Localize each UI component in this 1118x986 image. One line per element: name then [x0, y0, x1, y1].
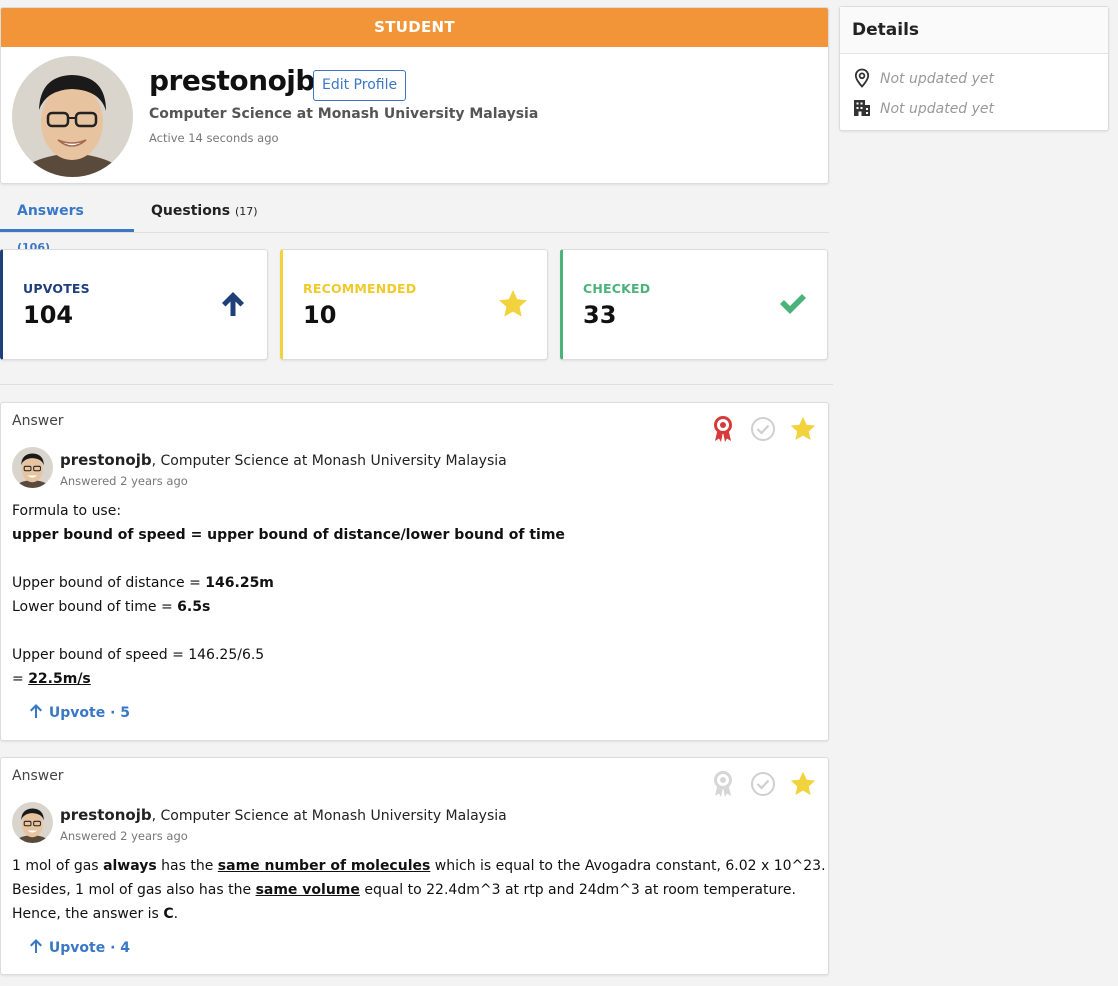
upvotes-stat-card: UPVOTES 104 — [0, 249, 268, 360]
answer-author-name[interactable]: prestonojb — [60, 806, 152, 824]
tab-answers[interactable]: Answers (106) — [0, 193, 134, 254]
upvote-button[interactable]: Upvote · 5 — [28, 703, 130, 721]
answer-author: prestonojb, Computer Science at Monash U… — [60, 806, 507, 824]
section-divider — [0, 384, 833, 385]
checked-stat-label: CHECKED — [583, 281, 651, 296]
location-pin-icon — [852, 68, 872, 88]
checked-stat-value: 33 — [583, 301, 617, 329]
profile-tabs: Answers (106) Questions (17) — [0, 193, 829, 254]
answer-author-affiliation: , Computer Science at Monash University … — [151, 453, 507, 469]
upvotes-stat-value: 104 — [23, 301, 74, 329]
edit-profile-button[interactable]: Edit Profile — [313, 70, 407, 101]
answer-card: Answer prestonojb, Computer Science at M… — [0, 402, 829, 741]
building-icon — [852, 98, 872, 118]
answer-text: Upper bound of distance = 146.25m — [12, 575, 274, 591]
arrow-up-icon — [28, 938, 44, 954]
upvotes-stat-label: UPVOTES — [23, 281, 90, 296]
answer-text: 1 mol of gas always has the same number … — [12, 858, 826, 874]
recommended-stat-value: 10 — [303, 301, 337, 329]
avatar — [12, 56, 133, 177]
answer-badges — [709, 770, 817, 798]
answer-label: Answer — [12, 413, 64, 429]
answer-text: Lower bound of time = 6.5s — [12, 599, 211, 615]
upvote-label: Upvote · 5 — [48, 705, 131, 721]
arrow-up-icon — [217, 288, 249, 320]
answer-text: upper bound of speed = upper bound of di… — [12, 527, 565, 543]
avatar — [12, 447, 53, 488]
answer-timestamp: Answered 2 years ago — [60, 829, 188, 843]
star-icon[interactable] — [789, 415, 817, 443]
recommended-stat-label: RECOMMENDED — [303, 281, 417, 296]
answer-timestamp: Answered 2 years ago — [60, 474, 188, 488]
role-banner: STUDENT — [1, 8, 828, 47]
profile-page: STUDENT prestonojb Edit Profile Computer… — [0, 0, 1118, 986]
answer-card: Answer prestonojb, Computer Science at M… — [0, 757, 829, 975]
details-location: Not updated yet — [852, 68, 994, 88]
last-active-status: Active 14 seconds ago — [149, 131, 279, 145]
award-icon[interactable] — [709, 770, 737, 798]
tab-answers-label: Answers — [17, 203, 84, 219]
answer-text: Hence, the answer is C. — [12, 906, 179, 922]
details-location-text: Not updated yet — [880, 71, 995, 87]
details-organization-text: Not updated yet — [880, 101, 995, 117]
check-circle-icon[interactable] — [749, 415, 777, 443]
recommended-stat-card: RECOMMENDED 10 — [280, 249, 548, 360]
answer-text: Upper bound of speed = 146.25/6.5 — [12, 647, 265, 663]
upvote-label: Upvote · 4 — [48, 940, 131, 956]
check-circle-icon[interactable] — [749, 770, 777, 798]
tab-questions-label: Questions — [151, 203, 231, 219]
details-organization: Not updated yet — [852, 98, 994, 118]
upvote-button[interactable]: Upvote · 4 — [28, 938, 130, 956]
profile-subtitle: Computer Science at Monash University Ma… — [149, 106, 539, 122]
answer-text: = 22.5m/s — [12, 671, 91, 687]
details-panel: Details Not updated yet Not updated yet — [839, 6, 1109, 131]
answer-label: Answer — [12, 768, 64, 784]
profile-username: prestonojb — [149, 64, 315, 97]
answer-author-affiliation: , Computer Science at Monash University … — [151, 808, 507, 824]
arrow-up-icon — [28, 703, 44, 719]
answer-badges — [709, 415, 817, 443]
award-icon[interactable] — [709, 415, 737, 443]
answer-text: Formula to use: — [12, 503, 122, 519]
answer-author: prestonojb, Computer Science at Monash U… — [60, 451, 507, 469]
avatar — [12, 802, 53, 843]
tab-questions-count: (17) — [234, 205, 258, 218]
star-icon — [497, 288, 529, 320]
profile-card: STUDENT prestonojb Edit Profile Computer… — [0, 7, 829, 184]
tab-questions[interactable]: Questions (17) — [134, 193, 275, 232]
star-icon[interactable] — [789, 770, 817, 798]
answer-body: 1 mol of gas always has the same number … — [12, 854, 826, 926]
checked-stat-card: CHECKED 33 — [560, 249, 828, 360]
answer-body: Formula to use: upper bound of speed = u… — [12, 499, 822, 691]
answer-author-name[interactable]: prestonojb — [60, 451, 152, 469]
answer-text: Besides, 1 mol of gas also has the same … — [12, 882, 796, 898]
details-title: Details — [840, 7, 1108, 54]
check-icon — [777, 288, 809, 320]
